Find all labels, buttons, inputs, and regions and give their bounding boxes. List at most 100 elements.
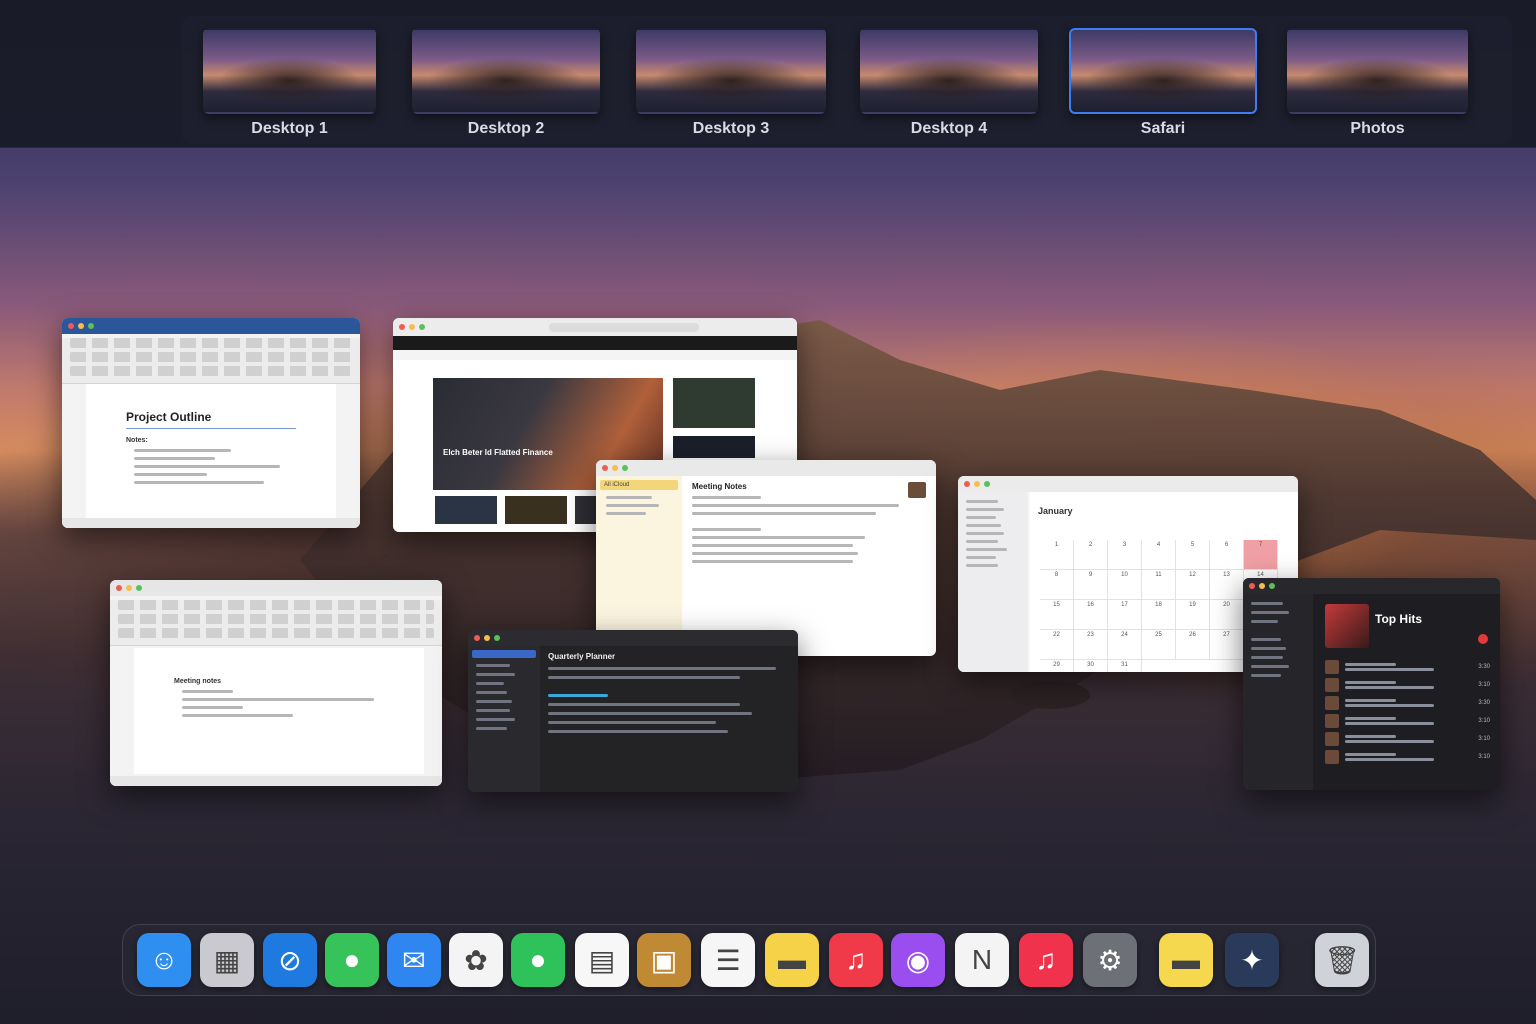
ribbon-toolbar[interactable]	[110, 600, 442, 646]
site-nav-bar[interactable]	[393, 336, 797, 350]
screenshot-icon[interactable]: ✦	[1225, 933, 1279, 987]
minimize-button[interactable]	[1259, 583, 1265, 589]
document-page[interactable]: Meeting notes	[134, 648, 424, 774]
reminders-icon[interactable]: ☰	[701, 933, 755, 987]
space-desktop-3[interactable]: Desktop 3	[636, 28, 826, 138]
close-button[interactable]	[474, 635, 480, 641]
space-desktop-1[interactable]: Desktop 1	[203, 28, 376, 138]
space-desktop-4[interactable]: Desktop 4	[860, 28, 1038, 138]
minimize-button[interactable]	[484, 635, 490, 641]
itunes-icon[interactable]: ♫	[1019, 933, 1073, 987]
calendar-day-cell[interactable]: 6	[1210, 540, 1244, 570]
calendar-day-cell[interactable]: 20	[1210, 600, 1244, 630]
thumb-article[interactable]	[505, 496, 567, 524]
calendar-day-cell[interactable]: 1	[1040, 540, 1074, 570]
minimize-button[interactable]	[612, 465, 618, 471]
notes-sidebar[interactable]: All iCloud	[596, 476, 682, 656]
track-row[interactable]: 3:30	[1325, 694, 1490, 712]
minimize-button[interactable]	[974, 481, 980, 487]
window-notes[interactable]: All iCloud Meeting Notes	[596, 460, 936, 656]
calendar-day-cell[interactable]: 26	[1176, 630, 1210, 660]
trash-icon[interactable]: 🗑	[1315, 933, 1369, 987]
reminders-sidebar[interactable]	[468, 646, 540, 792]
calendar-day-cell[interactable]: 10	[1108, 570, 1142, 600]
site-sub-nav[interactable]	[393, 350, 797, 360]
zoom-button[interactable]	[88, 323, 94, 329]
calendar-day-cell[interactable]: 5	[1176, 540, 1210, 570]
space-desktop-2[interactable]: Desktop 2	[412, 28, 600, 138]
zoom-button[interactable]	[622, 465, 628, 471]
calendar-day-cell[interactable]: 24	[1108, 630, 1142, 660]
track-row[interactable]: 3:10	[1325, 676, 1490, 694]
minimize-button[interactable]	[409, 324, 415, 330]
titlebar[interactable]	[468, 630, 798, 646]
titlebar[interactable]	[1243, 578, 1500, 594]
news-icon[interactable]: N	[955, 933, 1009, 987]
side-article-image[interactable]	[673, 436, 755, 458]
titlebar[interactable]	[110, 580, 442, 596]
reminders-list[interactable]: Quarterly Planner	[548, 652, 788, 739]
sidebar-selected-list[interactable]	[472, 650, 536, 658]
music-sidebar[interactable]	[1243, 594, 1313, 790]
titlebar[interactable]	[62, 318, 360, 334]
sidebar-item-all-icloud[interactable]: All iCloud	[600, 480, 678, 490]
track-row[interactable]: 3:10	[1325, 730, 1490, 748]
calendar-day-cell[interactable]: 16	[1074, 600, 1108, 630]
messages-icon[interactable]: ●	[325, 933, 379, 987]
zoom-button[interactable]	[136, 585, 142, 591]
close-button[interactable]	[116, 585, 122, 591]
zoom-button[interactable]	[1269, 583, 1275, 589]
preview-icon[interactable]: ▣	[637, 933, 691, 987]
zoom-button[interactable]	[494, 635, 500, 641]
track-row[interactable]: 3:10	[1325, 712, 1490, 730]
calendar-day-cell[interactable]: 18	[1142, 600, 1176, 630]
calendar-day-cell[interactable]: 4	[1142, 540, 1176, 570]
close-button[interactable]	[399, 324, 405, 330]
calendar-day-cell[interactable]: 23	[1074, 630, 1108, 660]
calendar-sidebar[interactable]	[958, 492, 1028, 672]
system-preferences-icon[interactable]: ⚙	[1083, 933, 1137, 987]
calendar-day-cell[interactable]: 29	[1040, 660, 1074, 672]
close-button[interactable]	[1249, 583, 1255, 589]
calendar-day-cell[interactable]: 12	[1176, 570, 1210, 600]
side-article-image[interactable]	[673, 378, 755, 428]
calendar-day-cell[interactable]: 19	[1176, 600, 1210, 630]
calendar-day-cell[interactable]: 17	[1108, 600, 1142, 630]
titlebar[interactable]	[393, 318, 797, 336]
note-editor[interactable]: Meeting Notes	[692, 482, 922, 568]
ribbon-toolbar[interactable]	[62, 338, 360, 384]
window-reminders[interactable]: Quarterly Planner	[468, 630, 798, 792]
document-page[interactable]: Project Outline Notes:	[86, 384, 336, 518]
window-word-project-outline[interactable]: Project Outline Notes:	[62, 318, 360, 528]
finder-icon[interactable]: ☺	[137, 933, 191, 987]
address-bar[interactable]	[549, 322, 699, 332]
space-photos[interactable]: Photos	[1287, 28, 1468, 138]
facetime-icon[interactable]: ●	[511, 933, 565, 987]
notes-icon[interactable]: ▬	[765, 933, 819, 987]
music-icon[interactable]: ♫	[829, 933, 883, 987]
calendar-day-cell[interactable]: 30	[1074, 660, 1108, 672]
safari-icon[interactable]: ⊘	[263, 933, 317, 987]
launchpad-icon[interactable]: ▦	[200, 933, 254, 987]
calendar-day-cell[interactable]: 25	[1142, 630, 1176, 660]
calendar-day-cell[interactable]: 3	[1108, 540, 1142, 570]
minimize-button[interactable]	[126, 585, 132, 591]
calendar-day-cell[interactable]: 22	[1040, 630, 1074, 660]
calendar-day-cell[interactable]: 7	[1244, 540, 1278, 570]
track-row[interactable]: 3:30	[1325, 658, 1490, 676]
calendar-day-cell[interactable]: 31	[1108, 660, 1142, 672]
calendar-day-cell[interactable]: 15	[1040, 600, 1074, 630]
zoom-button[interactable]	[984, 481, 990, 487]
close-button[interactable]	[68, 323, 74, 329]
titlebar[interactable]	[596, 460, 936, 476]
shuffle-icon[interactable]	[1478, 634, 1488, 644]
calendar-day-cell[interactable]: 2	[1074, 540, 1108, 570]
calendar-day-cell[interactable]: 27	[1210, 630, 1244, 660]
close-button[interactable]	[964, 481, 970, 487]
stickies-icon[interactable]: ▬	[1159, 933, 1213, 987]
photos-icon[interactable]: ✿	[449, 933, 503, 987]
window-word-meeting-notes[interactable]: Meeting notes	[110, 580, 442, 786]
calendar-day-cell[interactable]: 9	[1074, 570, 1108, 600]
track-list[interactable]: 3:30 3:10 3:30 3:10 3:10 3:10	[1325, 658, 1490, 766]
zoom-button[interactable]	[419, 324, 425, 330]
